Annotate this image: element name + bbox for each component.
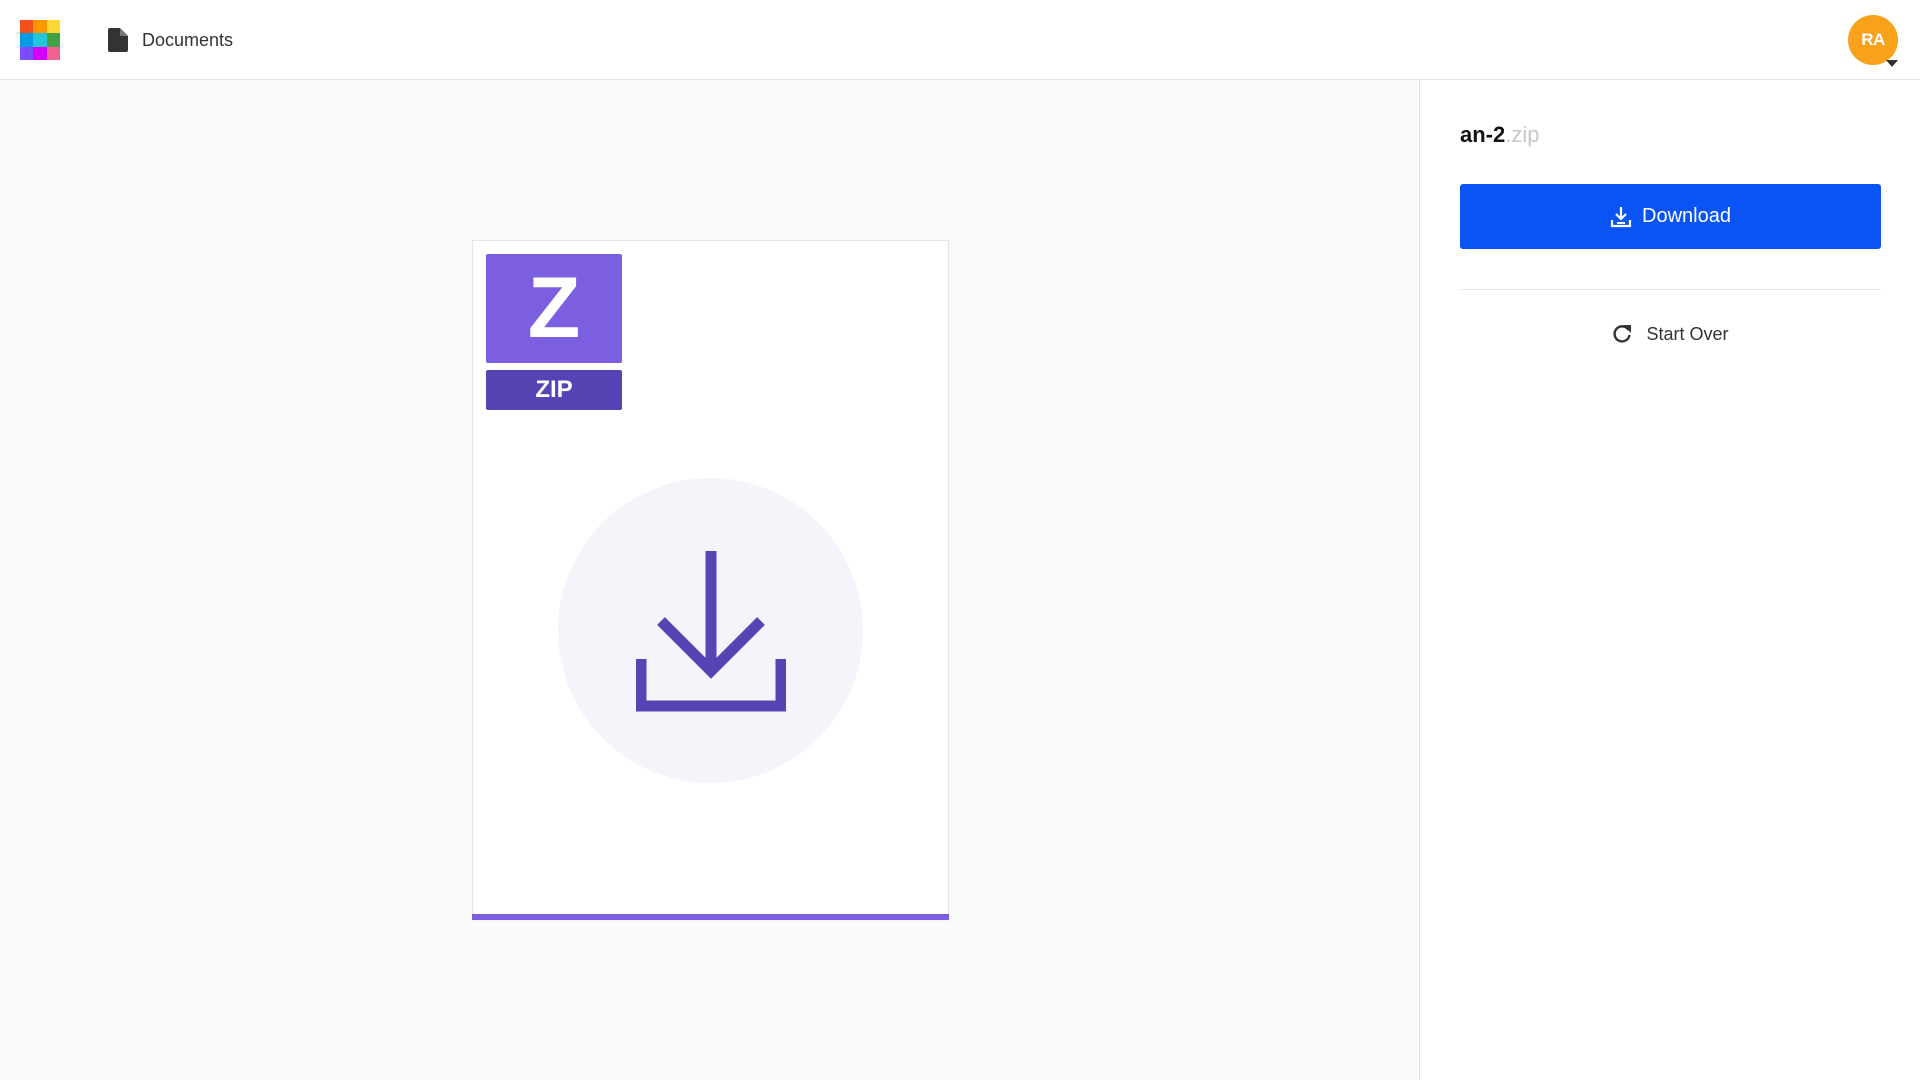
progress-bar [472,914,949,920]
logo-cell [46,46,60,60]
file-type-badge: Z ZIP [486,254,622,410]
start-over-button[interactable]: Start Over [1460,314,1881,354]
progress-fill [472,914,949,920]
document-icon [108,28,128,52]
top-bar: Documents RA [0,0,1920,80]
app-logo[interactable] [20,20,60,60]
badge-letter: Z [486,254,622,363]
user-menu[interactable]: RA [1848,15,1900,67]
file-name: an-2.zip [1460,122,1540,148]
logo-cell [33,33,47,47]
nav-documents-link[interactable]: Documents [108,26,233,54]
logo-cell [33,46,47,60]
logo-cell [46,20,60,34]
file-name-base: an-2 [1460,122,1506,147]
download-icon [1610,206,1632,227]
file-sidebar: an-2.zip Download Start Over [1419,80,1920,1080]
download-arrow-graphic [635,550,786,711]
refresh-icon [1613,325,1632,343]
download-tray-icon [558,478,863,783]
logo-cell [20,46,34,60]
download-button[interactable]: Download [1460,184,1881,249]
file-preview-card: Z ZIP [472,240,949,920]
divider [1460,289,1881,290]
file-name-extension: .zip [1505,122,1540,147]
start-over-label: Start Over [1646,323,1729,344]
preview-area: Z ZIP [0,80,1419,1080]
logo-cell [33,20,47,34]
avatar: RA [1848,15,1898,65]
badge-type: ZIP [486,370,622,410]
logo-cell [20,20,34,34]
download-button-label: Download [1642,205,1731,227]
nav-documents-label: Documents [142,29,234,50]
caret-down-icon [1886,60,1898,67]
logo-cell [46,33,60,47]
logo-cell [20,33,34,47]
